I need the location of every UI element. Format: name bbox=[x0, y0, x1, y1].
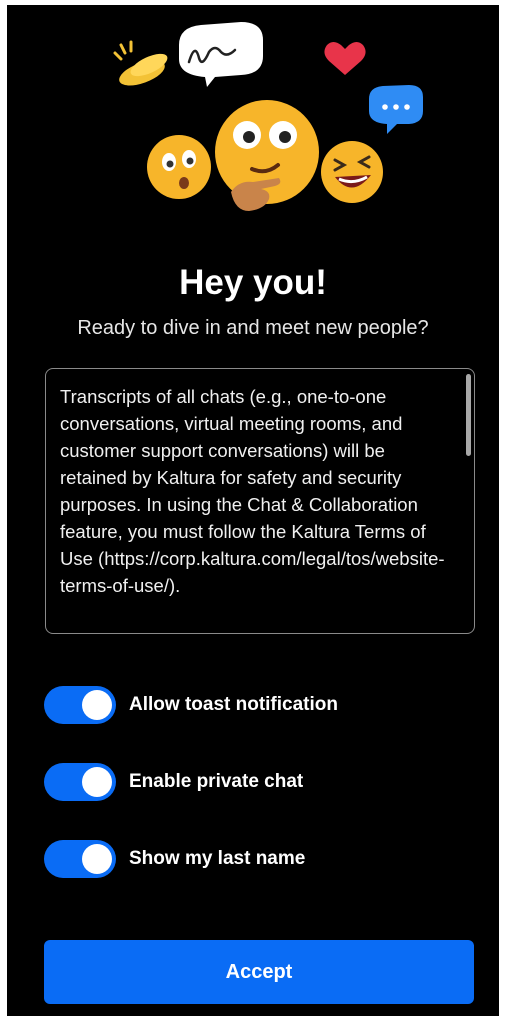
chat-welcome-panel: Hey you! Ready to dive in and meet new p… bbox=[7, 5, 499, 1016]
toast-notification-label: Allow toast notification bbox=[129, 694, 338, 715]
clapping-hands-icon bbox=[113, 40, 168, 86]
speech-bubble-icon bbox=[179, 22, 263, 87]
page-subtitle: Ready to dive in and meet new people? bbox=[77, 317, 429, 339]
emoji-illustration bbox=[113, 22, 423, 211]
private-chat-label: Enable private chat bbox=[129, 771, 304, 792]
terms-scroll-box[interactable]: Transcripts of all chats (e.g., one-to-o… bbox=[45, 368, 475, 634]
accept-button[interactable]: Accept bbox=[44, 940, 474, 1004]
private-chat-toggle[interactable] bbox=[44, 763, 116, 801]
terms-scrollbar[interactable] bbox=[466, 374, 471, 456]
toast-notification-toggle[interactable] bbox=[44, 686, 116, 724]
page-title: Hey you! bbox=[179, 263, 327, 302]
terms-text: Transcripts of all chats (e.g., one-to-o… bbox=[60, 386, 445, 596]
setting-row-private-chat: Enable private chat bbox=[44, 762, 303, 802]
toggle-knob bbox=[82, 690, 112, 720]
toggle-knob bbox=[82, 767, 112, 797]
last-name-toggle[interactable] bbox=[44, 840, 116, 878]
heart-icon bbox=[324, 42, 366, 75]
laughing-face-icon bbox=[321, 141, 383, 203]
setting-row-toast-notification: Allow toast notification bbox=[44, 685, 338, 725]
toggle-knob bbox=[82, 844, 112, 874]
surprised-face-icon bbox=[147, 135, 211, 199]
thinking-face-icon bbox=[215, 100, 319, 211]
setting-row-last-name: Show my last name bbox=[44, 839, 305, 879]
last-name-label: Show my last name bbox=[129, 848, 306, 869]
chat-bubble-icon bbox=[369, 85, 423, 134]
